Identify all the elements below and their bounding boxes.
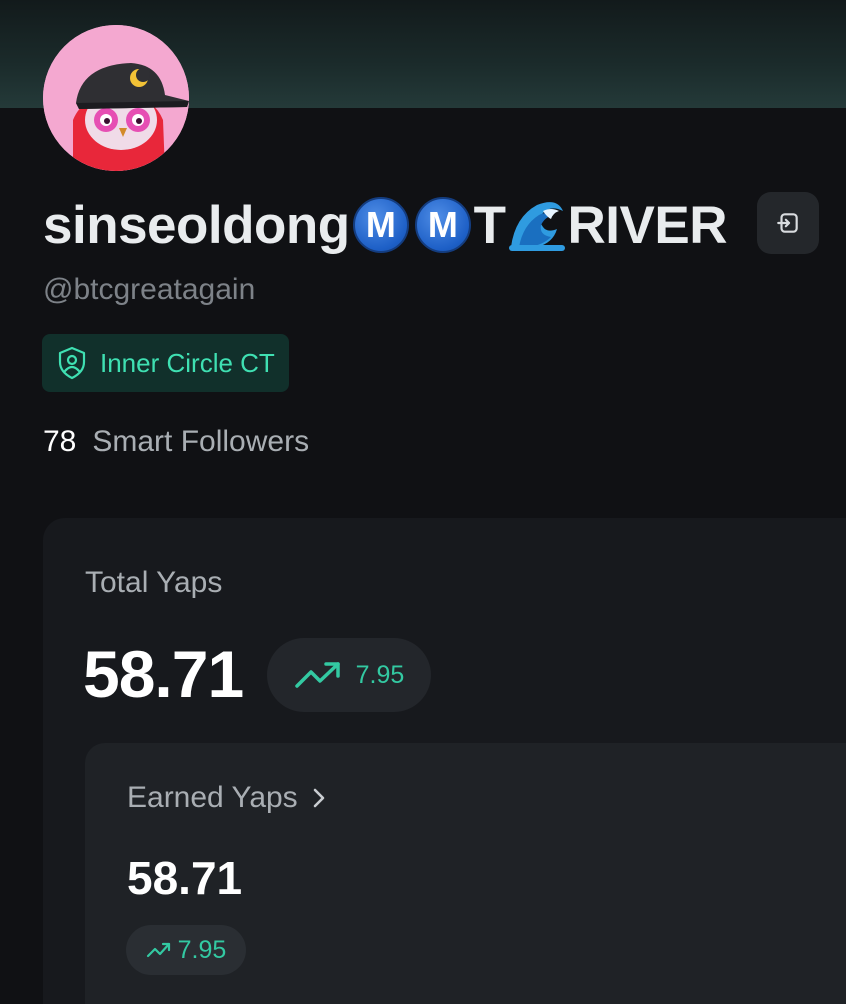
- display-name-suffix: RIVER: [567, 195, 728, 255]
- total-yaps-value: 58.71: [83, 637, 244, 711]
- earned-yaps-card[interactable]: Earned Yaps 58.71 7.95: [85, 743, 846, 1004]
- smart-followers-count: 78: [43, 425, 77, 458]
- user-handle: @btcgreatagain: [43, 273, 256, 306]
- shield-user-icon: [58, 346, 86, 380]
- smart-followers-label: Smart Followers: [92, 425, 310, 458]
- display-name-prefix: sinseoldong: [43, 195, 350, 255]
- logout-icon: [777, 213, 798, 233]
- avatar[interactable]: [43, 25, 189, 171]
- tier-badge: Inner Circle CT: [42, 334, 289, 392]
- display-name-mid: T: [473, 195, 506, 255]
- m-circle-icon: M: [414, 197, 471, 253]
- earned-yaps-value: 58.71: [127, 852, 243, 904]
- m-circle-icon: M: [352, 197, 409, 253]
- earned-yaps-title-row[interactable]: Earned Yaps: [127, 781, 326, 815]
- wave-emoji-icon: [508, 202, 565, 251]
- earned-yaps-delta: 7.95: [126, 925, 246, 975]
- total-yaps-delta: 7.95: [267, 638, 431, 712]
- logout-button[interactable]: [757, 192, 819, 254]
- trending-up-icon: [294, 662, 340, 688]
- display-name-row: sinseoldong M M T RIVER: [43, 194, 728, 256]
- tier-label: Inner Circle CT: [100, 347, 275, 378]
- chevron-right-icon: [312, 787, 326, 809]
- smart-followers[interactable]: 78 Smart Followers: [43, 425, 309, 459]
- total-yaps-title: Total Yaps: [85, 566, 223, 599]
- earned-yaps-delta-value: 7.95: [177, 935, 227, 964]
- display-name: sinseoldong M M T RIVER: [43, 195, 728, 256]
- total-yaps-delta-value: 7.95: [355, 660, 405, 689]
- earned-yaps-title: Earned Yaps: [127, 781, 298, 814]
- avatar-image: [43, 25, 189, 171]
- profile-page: sinseoldong M M T RIVER @btcgreatagain I…: [0, 0, 846, 1004]
- trending-up-icon: [146, 942, 170, 958]
- total-yaps-card: Total Yaps 58.71 7.95 Earned Yaps 58.71: [43, 518, 846, 1004]
